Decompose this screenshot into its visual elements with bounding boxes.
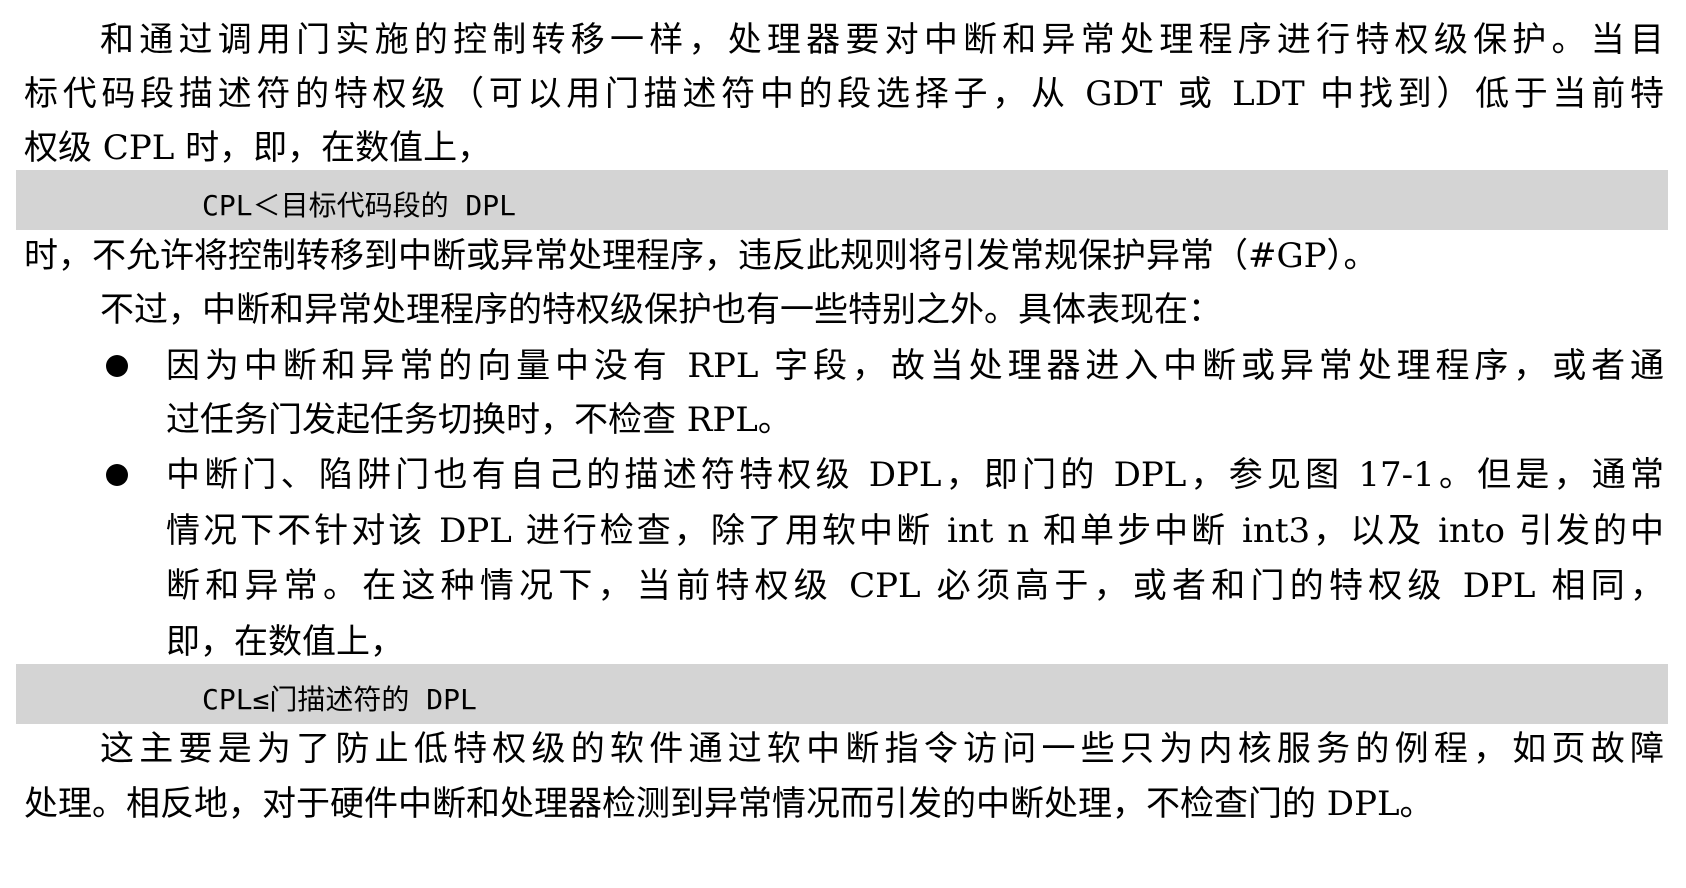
paragraph-2-line-1: 时，不允许将控制转移到中断或异常处理程序，违反此规则将引发常规保护异常（#GP）… [24,236,1378,276]
bullet-dot-2 [106,464,128,486]
bullet-2-line-1: 中断门、陷阱门也有自己的描述符特权级 DPL，即门的 DPL，参见图 17-1。… [166,455,1664,495]
bullet-2-line-3: 断和异常。在这种情况下，当前特权级 CPL 必须高于，或者和门的特权级 DPL … [166,566,1664,606]
code-block-1: CPL＜目标代码段的 DPL [16,170,1668,230]
paragraph-1-line-1: 和通过调用门实施的控制转移一样，处理器要对中断和异常处理程序进行特权级保护。当目 [100,20,1664,60]
bullet-2-line-2: 情况下不针对该 DPL 进行检查，除了用软中断 int n 和单步中断 int3… [166,511,1664,551]
bullet-2-line-4: 即，在数值上， [166,622,404,662]
document-page: 和通过调用门实施的控制转移一样，处理器要对中断和异常处理程序进行特权级保护。当目… [0,0,1686,888]
paragraph-4-line-1: 这主要是为了防止低特权级的软件通过软中断指令访问一些只为内核服务的例程，如页故障 [100,729,1664,769]
paragraph-1-line-3: 权级 CPL 时，即，在数值上， [24,128,492,168]
bullet-1-line-2: 过任务门发起任务切换时，不检查 RPL。 [166,400,792,440]
bullet-dot-1 [106,355,128,377]
paragraph-3-line-1: 不过，中断和异常处理程序的特权级保护也有一些特别之外。具体表现在： [100,290,1222,330]
paragraph-1-line-2: 标代码段描述符的特权级（可以用门描述符中的段选择子，从 GDT 或 LDT 中找… [24,74,1664,114]
code-block-2: CPL≤门描述符的 DPL [16,664,1668,724]
paragraph-4-line-2: 处理。相反地，对于硬件中断和处理器检测到异常情况而引发的中断处理，不检查门的 D… [24,784,1434,824]
code-block-2-text: CPL≤门描述符的 DPL [202,683,477,716]
code-block-1-text: CPL＜目标代码段的 DPL [202,189,517,222]
bullet-1-line-1: 因为中断和异常的向量中没有 RPL 字段，故当处理器进入中断或异常处理程序，或者… [166,346,1664,386]
